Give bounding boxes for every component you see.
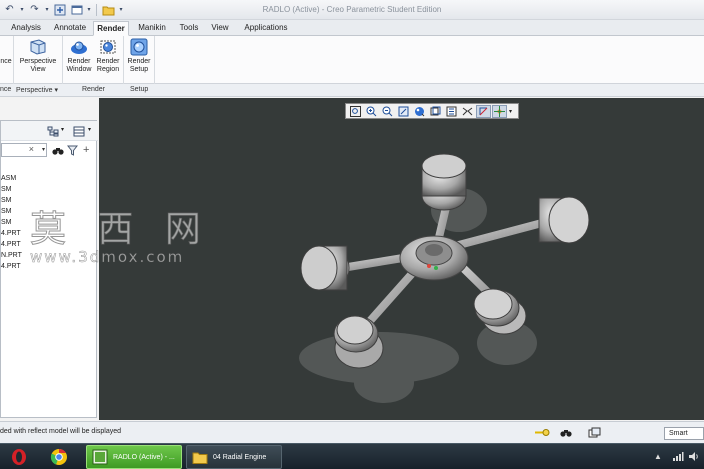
perspective-view-button[interactable]: Perspective View	[18, 38, 58, 74]
tab-view[interactable]: View	[206, 21, 234, 36]
render-setup-label-1: Render	[127, 58, 151, 65]
tree-settings-icon[interactable]	[47, 126, 59, 139]
search-dropdown-icon[interactable]: ▾	[42, 146, 45, 153]
group-appearance-label[interactable]: nce	[0, 86, 11, 93]
window-title: RADLO (Active) - Creo Parametric Student…	[262, 5, 442, 14]
tab-applications[interactable]: Applications	[238, 21, 294, 36]
status-message: ded with reflect model will be displayed	[0, 428, 122, 435]
title-bar: ↶ ▾ ↷ ▾ ▾ ▾ RADLO (Active) - Creo Parame…	[0, 0, 704, 20]
network-icon[interactable]	[672, 451, 684, 464]
folder-icon	[192, 452, 208, 464]
tab-render[interactable]: Render	[93, 21, 129, 36]
creo-icon	[92, 449, 108, 465]
tab-analysis[interactable]: Analysis	[4, 21, 48, 36]
tree-item[interactable]: SM	[1, 219, 12, 226]
tree-search-input[interactable]: × ▾	[1, 143, 47, 157]
creo-app-window: ↶ ▾ ↷ ▾ ▾ ▾ RADLO (Active) - Creo Parame…	[0, 0, 704, 469]
perspective-view-label-1: Perspective	[19, 58, 57, 65]
appearance-button-label: nce	[0, 58, 12, 65]
status-bar: ded with reflect model will be displayed…	[0, 421, 704, 443]
tree-item[interactable]: N.PRT	[1, 252, 22, 259]
ribbon-panel: nce Perspective View Render Window Rende…	[0, 36, 704, 84]
appearance-icon	[0, 38, 12, 56]
ribbon-group-labels: nce Perspective ▾ Render Setup	[0, 84, 704, 97]
tree-item[interactable]: ASM	[1, 175, 16, 182]
windows-taskbar: RADLO (Active) - ... 04 Radial Engine ▲	[0, 443, 704, 469]
selection-filter-select[interactable]: Smart	[664, 427, 704, 440]
volume-icon[interactable]	[688, 451, 700, 464]
render-region-icon	[99, 38, 117, 56]
render-setup-label-2: Setup	[129, 66, 149, 73]
crank-hub	[399, 235, 469, 281]
render-setup-icon	[130, 38, 148, 56]
find-icon[interactable]	[52, 145, 64, 158]
tree-item[interactable]: SM	[1, 186, 12, 193]
tree-item[interactable]: 4.PRT	[1, 241, 21, 248]
selection-icon[interactable]	[534, 427, 550, 440]
opera-icon	[12, 449, 26, 465]
piston-top	[421, 153, 467, 211]
taskbar-creo-label: RADLO (Active) - ...	[113, 453, 175, 461]
perspective-view-icon	[29, 38, 47, 56]
tab-manikin[interactable]: Manikin	[133, 21, 171, 36]
tray-arrow-icon[interactable]: ▲	[654, 452, 662, 461]
window-layout-icon[interactable]	[588, 427, 601, 440]
radial-engine-model[interactable]	[99, 98, 704, 420]
piston-right	[538, 196, 590, 244]
piston-left	[300, 245, 350, 291]
group-setup-label: Setup	[130, 86, 149, 93]
piston-bottom	[333, 315, 384, 369]
tab-tools[interactable]: Tools	[174, 21, 204, 36]
ribbon-tab-bar: Analysis Annotate Render Manikin Tools V…	[0, 20, 704, 36]
show-dropdown-icon[interactable]: ▾	[88, 126, 91, 133]
find-icon[interactable]	[560, 427, 572, 440]
show-columns-icon[interactable]	[73, 126, 85, 139]
watermark-chinese: 莫 西 网	[30, 209, 211, 251]
render-setup-button[interactable]: Render Setup	[125, 38, 153, 74]
render-region-label-1: Render	[96, 58, 120, 65]
model-tree-toolbar: ▾ ▾	[1, 121, 98, 141]
chrome-icon	[50, 449, 67, 465]
tab-annotate[interactable]: Annotate	[50, 21, 90, 36]
render-region-button[interactable]: Render Region	[94, 38, 122, 74]
model-tree-panel: ▾ ▾ × ▾ + ASM SM SM SM SM 4.PRT 4.PRT N.…	[0, 120, 98, 418]
tree-item[interactable]: 4.PRT	[1, 230, 21, 237]
render-window-icon	[70, 38, 88, 56]
tree-item[interactable]: 4.PRT	[1, 263, 21, 270]
piston-lower-right	[473, 288, 527, 335]
taskbar-opera[interactable]	[6, 445, 36, 469]
render-window-label-2: Window	[66, 66, 92, 73]
render-region-label-2: Region	[96, 66, 120, 73]
render-window-button[interactable]: Render Window	[64, 38, 94, 74]
taskbar-folder[interactable]: 04 Radial Engine	[186, 445, 282, 469]
group-perspective-label[interactable]: Perspective ▾	[16, 86, 58, 94]
perspective-view-label-2: View	[30, 66, 46, 73]
taskbar-creo-active[interactable]: RADLO (Active) - ...	[86, 445, 182, 469]
group-render-label: Render	[82, 86, 105, 93]
add-icon[interactable]: +	[83, 144, 89, 156]
tree-item[interactable]: SM	[1, 197, 12, 204]
appearance-button[interactable]: nce	[0, 38, 12, 66]
filter-icon[interactable]	[66, 145, 79, 158]
taskbar-chrome[interactable]	[46, 445, 80, 469]
tree-settings-dropdown-icon[interactable]: ▾	[61, 126, 64, 133]
render-window-label-1: Render	[67, 58, 91, 65]
tree-item[interactable]: SM	[1, 208, 12, 215]
taskbar-folder-label: 04 Radial Engine	[213, 453, 267, 461]
watermark-url: www.3dmox.com	[30, 248, 185, 267]
graphics-viewport[interactable]: ▾	[99, 98, 704, 420]
clear-search-icon[interactable]: ×	[29, 144, 34, 154]
